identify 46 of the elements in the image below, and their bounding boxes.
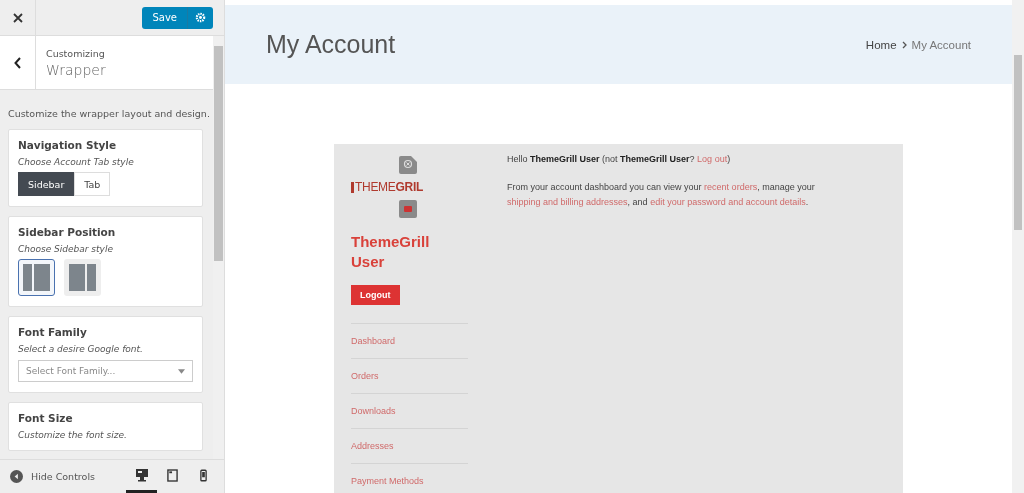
broken-image-icon <box>399 156 417 174</box>
hide-controls-button[interactable]: Hide Controls <box>10 470 95 483</box>
back-icon <box>13 56 22 69</box>
save-button[interactable]: Save <box>142 6 187 29</box>
mobile-icon <box>200 468 207 482</box>
close-icon <box>12 12 23 23</box>
chevron-icon <box>901 40 907 49</box>
control-hint: Customize the font size. <box>18 430 128 440</box>
control-hint: Choose Account Tab style <box>18 157 135 167</box>
control-title: Sidebar Position <box>18 226 117 238</box>
dropdown-arrow-icon <box>178 368 185 374</box>
control-title: Font Family <box>18 326 88 338</box>
breadcrumb-label: Customizing <box>46 47 106 59</box>
account-message: Hello ThemeGrill User (not ThemeGrill User? Log out) <box>507 153 732 166</box>
image-icon <box>399 200 417 218</box>
breadcrumb-current: My Account <box>911 38 971 51</box>
account-message: From your account dashboard you can view your recent orders, manage your shipping and billing addresses, and edit your password and account details. <box>507 181 816 209</box>
account-nav-link[interactable]: Payment Methods <box>351 462 468 493</box>
style-option[interactable]: Tab <box>74 172 111 196</box>
control-title: Navigation Style <box>18 139 118 151</box>
text-link[interactable]: edit your password and account details <box>650 197 806 207</box>
font-family-select[interactable]: Select Font Family... <box>18 360 193 382</box>
page-title: My Account <box>266 30 396 59</box>
section-title: Wrapper <box>46 61 106 78</box>
control-hint: Choose Sidebar style <box>18 244 114 254</box>
collapse-icon <box>10 470 23 483</box>
logo: THEMEGRIL <box>351 180 423 194</box>
account-nav-link[interactable]: Orders <box>351 357 468 393</box>
settings-button[interactable] <box>187 6 213 29</box>
right-sidebar-option[interactable] <box>64 259 101 296</box>
account-nav-link[interactable]: Dashboard <box>351 322 468 358</box>
text-link[interactable]: shipping and billing addresses <box>507 197 628 207</box>
section-description: Customize the wrapper layout and design. <box>8 108 211 119</box>
desktop-icon <box>134 468 149 482</box>
style-option[interactable]: Sidebar <box>18 172 75 196</box>
user-name: ThemeGrill User <box>351 232 431 273</box>
control-title: Font Size <box>18 412 74 424</box>
logout-button[interactable]: Logout <box>351 284 400 305</box>
tablet-icon <box>167 468 178 482</box>
gear-icon <box>195 12 206 23</box>
left-sidebar-option[interactable] <box>18 259 55 296</box>
account-nav-link[interactable]: Downloads <box>351 392 468 428</box>
breadcrumb-link[interactable]: Home <box>865 38 897 51</box>
control-hint: Select a desire Google font. <box>18 344 144 354</box>
account-nav-link[interactable]: Addresses <box>351 427 468 463</box>
scrollbar[interactable] <box>1012 0 1024 493</box>
